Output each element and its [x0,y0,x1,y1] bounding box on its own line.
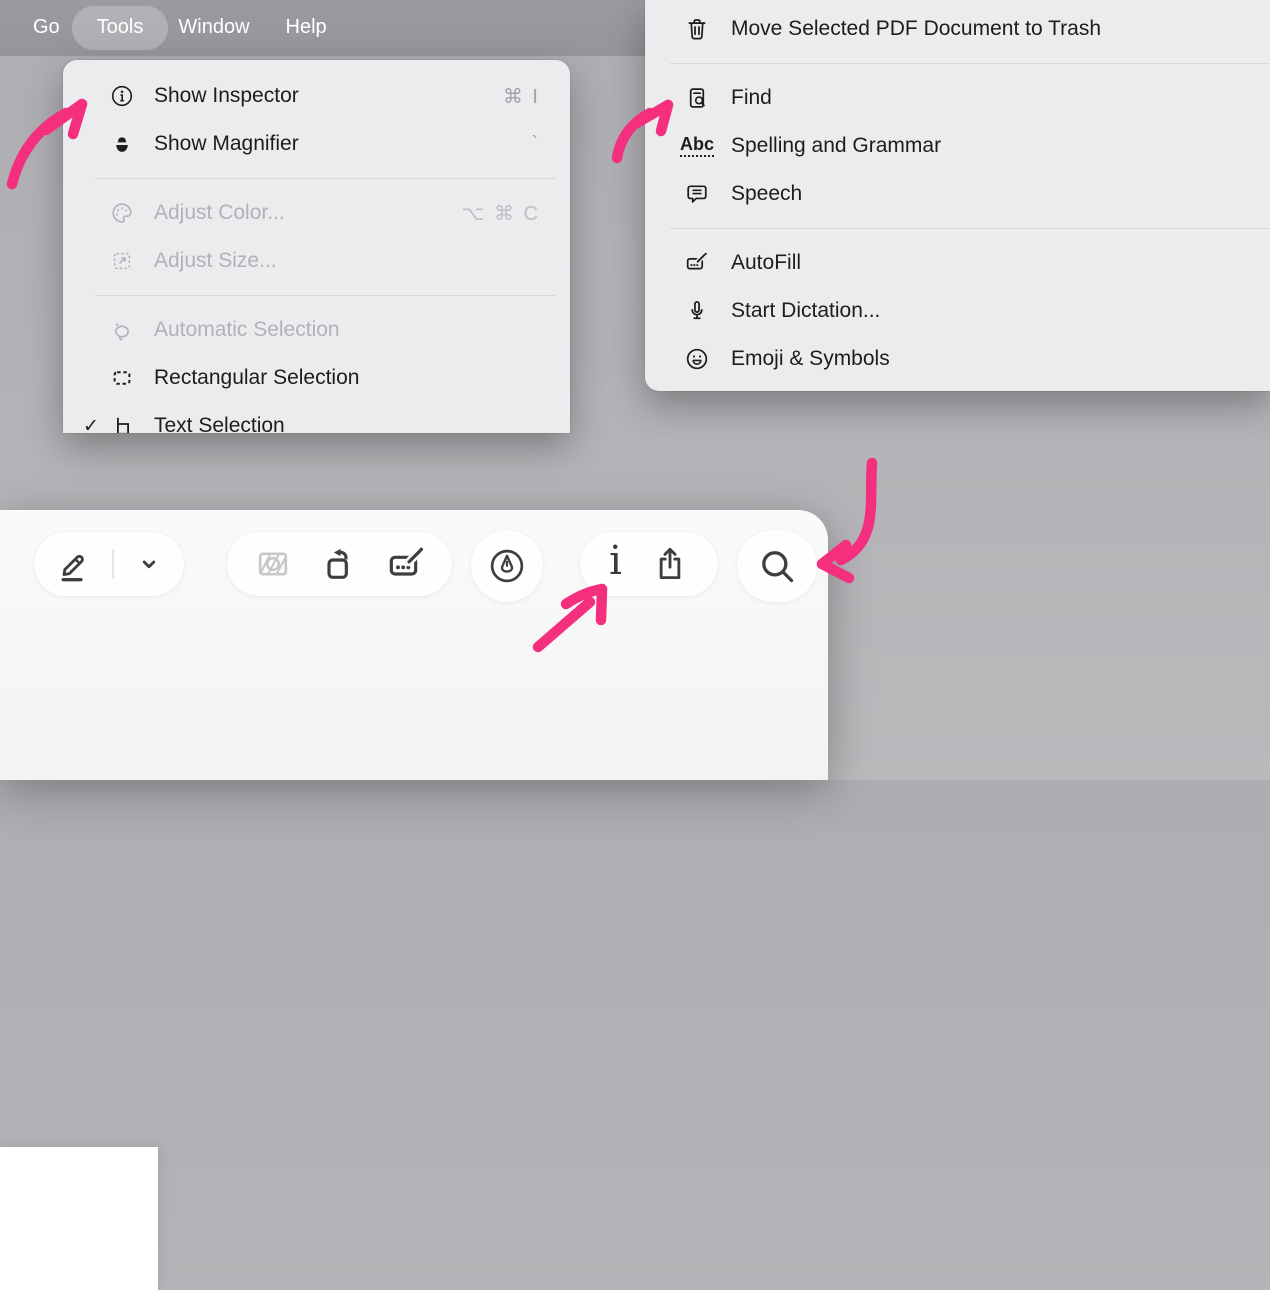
menu-item-label: AutoFill [731,251,801,275]
adjust-image-button[interactable] [253,544,293,584]
menu-item-label: Adjust Color... [154,201,461,225]
find-in-document-icon [675,85,719,111]
text-selection-icon [107,414,137,433]
rectangular-selection-icon [107,366,137,390]
annotate-pen-button[interactable] [488,547,526,585]
abc-glyph-text: Abc [680,135,714,157]
lasso-sparkles-icon [107,318,137,342]
toolbar-divider [112,549,114,579]
menu-item-label: Adjust Size... [154,249,540,273]
menu-item-label: Emoji & Symbols [731,347,890,371]
info-button[interactable]: i [609,544,622,584]
menubar-item-window[interactable]: Window [178,6,249,50]
menubar-item-tools-active[interactable]: Tools [72,6,169,50]
autofill-pencil-icon [386,544,426,584]
menu-item-adjust-size[interactable]: Adjust Size... [63,237,570,285]
preview-window: i [0,510,828,780]
pencil-underline-icon [54,545,92,583]
autofill-button[interactable] [386,544,426,584]
menu-item-label: Speech [731,182,802,206]
menu-item-label: Find [731,86,772,110]
toolbar-group-markup [34,532,184,596]
toolbar-group-info-share: i [580,532,718,596]
toolbar-group-annotate [471,530,543,602]
menu-item-shortcut: ` [531,133,540,156]
menu-item-adjust-color[interactable]: Adjust Color... ⌥ ⌘ C [63,189,570,237]
menu-item-label: Text Selection [154,414,540,433]
toolbar-group-edit [227,532,452,596]
image-adjust-icon [253,544,293,584]
menubar-item-help[interactable]: Help [286,6,327,50]
menu-item-shortcut: ⌥ ⌘ C [461,201,540,226]
menu-divider [670,228,1270,229]
share-icon [651,545,689,583]
search-icon [757,546,797,586]
pen-nib-circle-icon [488,547,526,585]
rotate-left-button[interactable] [320,544,360,584]
menu-divider [95,295,556,296]
microphone-icon [675,298,719,324]
speech-bubble-icon [675,181,719,207]
document-page [0,1147,158,1290]
menubar-item-go[interactable]: Go [33,6,60,50]
arrow-to-search-button [822,463,872,578]
menu-item-start-dictation[interactable]: Start Dictation... [645,287,1270,335]
loupe-icon [107,132,137,156]
menu-item-autofill[interactable]: AutoFill [645,239,1270,287]
menu-item-label: Show Magnifier [154,132,531,156]
menu-divider [95,178,556,179]
menu-item-text-selection[interactable]: ✓ Text Selection [63,402,570,433]
menu-item-move-to-trash[interactable]: Move Selected PDF Document to Trash [645,5,1270,53]
markup-dropdown-button[interactable] [134,549,164,579]
menu-divider [670,63,1270,64]
menu-item-show-magnifier[interactable]: Show Magnifier ` [63,120,570,168]
menu-item-show-inspector[interactable]: Show Inspector ⌘ I [63,72,570,120]
autofill-pencil-icon [675,250,719,276]
menu-item-find[interactable]: Find [645,74,1270,122]
menu-item-automatic-selection[interactable]: Automatic Selection [63,306,570,354]
markup-pencil-button[interactable] [54,545,92,583]
trash-icon [675,16,719,42]
emoji-smiley-icon [675,346,719,372]
menu-item-shortcut: ⌘ I [503,84,540,109]
info-icon: i [609,541,622,581]
menu-item-label: Automatic Selection [154,318,540,342]
menu-item-spelling-grammar[interactable]: Abc Spelling and Grammar [645,122,1270,170]
menu-item-label: Move Selected PDF Document to Trash [731,17,1101,41]
menu-item-label: Show Inspector [154,84,503,108]
menu-item-speech[interactable]: Speech [645,170,1270,218]
share-button[interactable] [651,545,689,583]
tools-menu: Show Inspector ⌘ I Show Magnifier ` Adju… [63,60,570,433]
edit-context-menu: Move Selected PDF Document to Trash Find… [645,0,1270,391]
palette-icon [107,201,137,225]
menu-item-label: Spelling and Grammar [731,134,941,158]
chevron-down-icon [134,549,164,579]
resize-icon [107,249,137,273]
menu-item-label: Start Dictation... [731,299,880,323]
menu-item-rectangular-selection[interactable]: Rectangular Selection [63,354,570,402]
menu-item-emoji-symbols[interactable]: Emoji & Symbols [645,335,1270,383]
toolbar-group-search [737,530,817,602]
abc-dotted-icon: Abc [675,135,719,157]
info-circle-icon [107,84,137,108]
checkmark-glyph: ✓ [83,415,107,434]
menu-item-label: Rectangular Selection [154,366,540,390]
search-button[interactable] [757,546,797,586]
rotate-left-icon [320,544,360,584]
